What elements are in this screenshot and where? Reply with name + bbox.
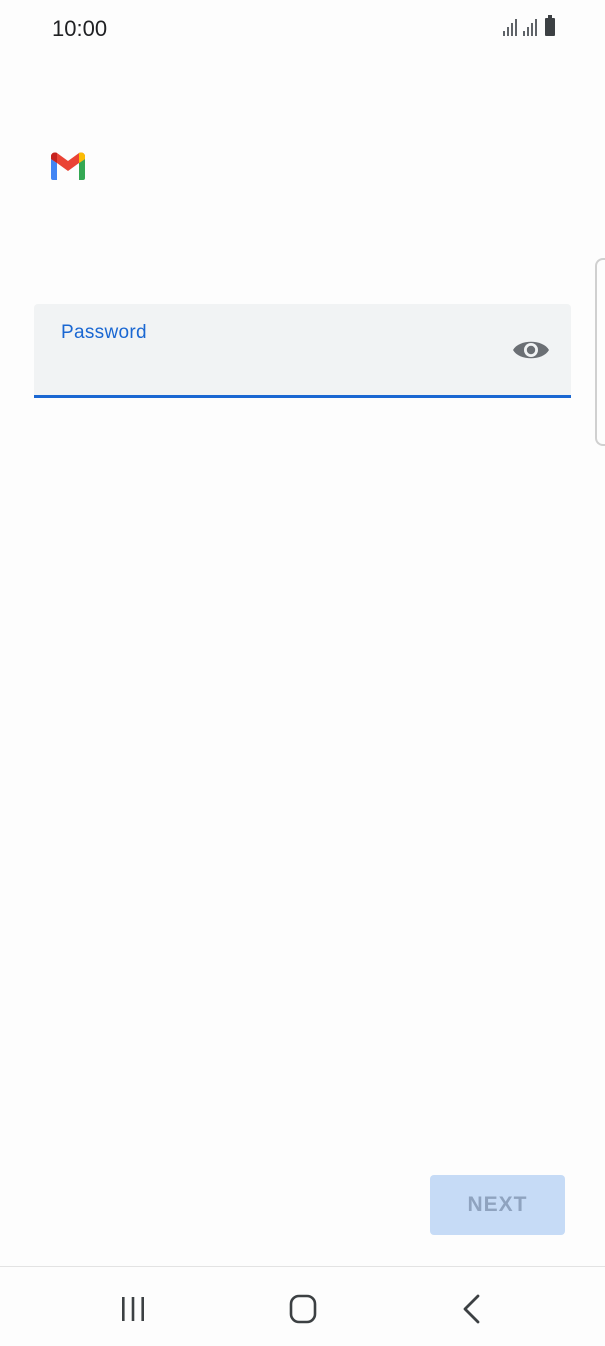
signal-icon bbox=[503, 18, 517, 36]
gmail-logo bbox=[51, 152, 85, 180]
recents-icon[interactable] bbox=[113, 1289, 153, 1329]
password-input[interactable] bbox=[61, 352, 491, 384]
signal-icon bbox=[523, 18, 537, 36]
status-icons bbox=[503, 15, 555, 36]
status-time: 10:00 bbox=[52, 16, 108, 41]
home-icon[interactable] bbox=[283, 1289, 323, 1329]
edge-panel-handle[interactable] bbox=[595, 258, 605, 446]
screen: 10:00 Password NEXT bbox=[0, 0, 605, 1346]
eye-icon[interactable] bbox=[511, 335, 551, 365]
status-bar: 10:00 bbox=[0, 0, 605, 58]
navigation-bar bbox=[0, 1266, 605, 1346]
next-button[interactable]: NEXT bbox=[430, 1175, 565, 1235]
back-icon[interactable] bbox=[452, 1289, 492, 1329]
battery-icon bbox=[545, 15, 555, 36]
password-label: Password bbox=[61, 322, 147, 343]
password-field[interactable]: Password bbox=[34, 304, 571, 398]
